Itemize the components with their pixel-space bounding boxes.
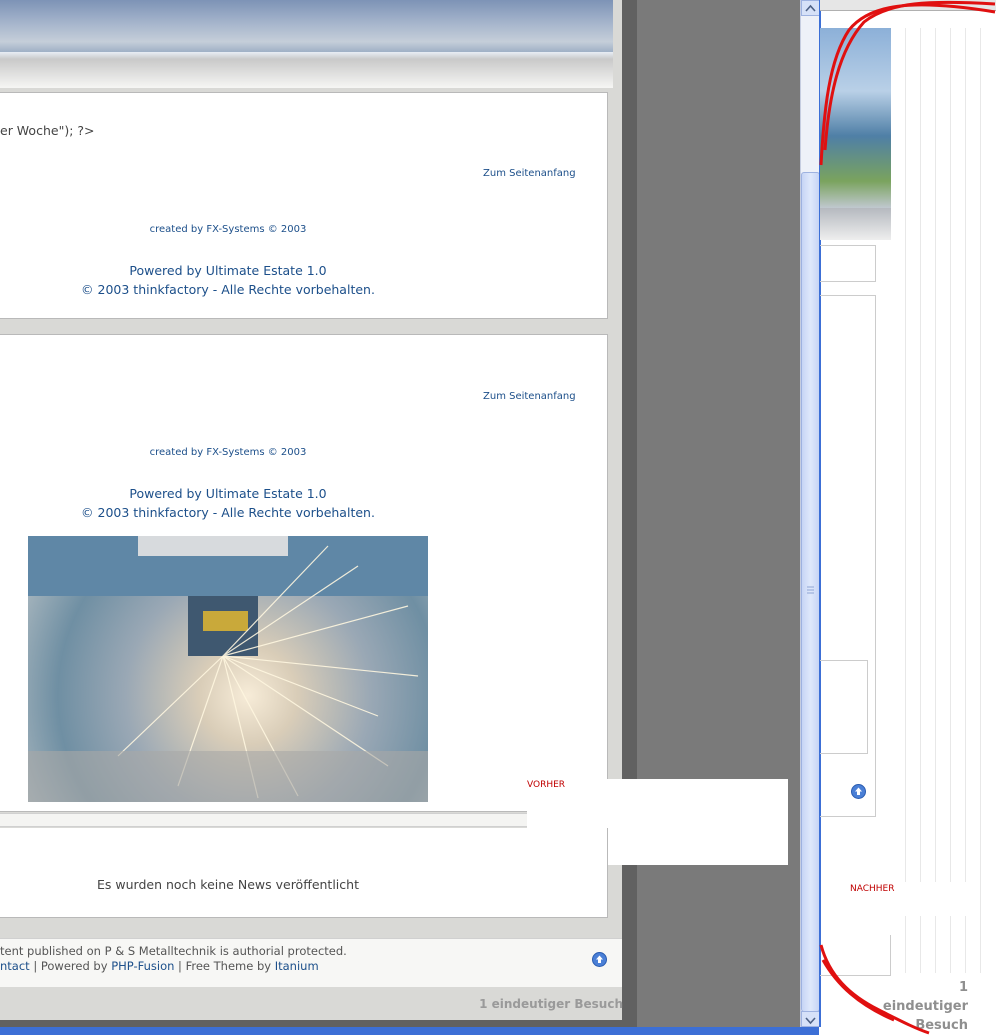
footer-credits: ntact | Powered by PHP-Fusion | Free The… (0, 959, 319, 973)
footer-copyright-text: tent published on P & S Metalltechnik is… (0, 944, 347, 958)
copyright-text: © 2003 thinkfactory - Alle Rechte vorbeh… (81, 282, 375, 297)
visit-counter: 1 eindeutiger Besuch (479, 997, 623, 1011)
footer-separator: | Free Theme by (174, 959, 275, 973)
created-by-text: created by FX-Systems © 2003 (149, 447, 307, 458)
news-panel (0, 828, 608, 918)
php-fusion-link[interactable]: PHP-Fusion (111, 959, 174, 973)
laser-cutting-photo (28, 536, 428, 802)
before-label: VORHER (527, 780, 566, 790)
header-shadow (0, 52, 613, 88)
created-by-text: created by FX-Systems © 2003 (149, 224, 307, 235)
copyright-text: © 2003 thinkfactory - Alle Rechte vorbeh… (81, 505, 375, 520)
taskbar-strip (0, 1027, 820, 1035)
header-banner-image (0, 0, 613, 52)
powered-by-link[interactable]: Powered by Ultimate Estate 1.0 (0, 486, 456, 501)
up-arrow-circle-icon[interactable] (592, 952, 607, 967)
powered-by-link[interactable]: Powered by Ultimate Estate 1.0 (0, 263, 456, 278)
footer-separator: | Powered by (29, 959, 112, 973)
scroll-up-arrow-icon[interactable] (801, 0, 820, 16)
itanium-theme-link[interactable]: Itanium (275, 959, 319, 973)
scroll-down-arrow-icon[interactable] (801, 1011, 820, 1027)
contact-link[interactable]: ntact (0, 959, 30, 973)
separator-bar (0, 813, 527, 827)
back-to-top-link[interactable]: Zum Seitenanfang (483, 168, 576, 179)
no-news-message: Es wurden noch keine News veröffentlicht (97, 877, 359, 892)
back-to-top-link[interactable]: Zum Seitenanfang (483, 391, 576, 402)
red-annotation-scribble (819, 0, 996, 1035)
code-fragment-text: er Woche"); ?> (0, 123, 95, 138)
scrollbar-thumb[interactable] (801, 172, 820, 1012)
